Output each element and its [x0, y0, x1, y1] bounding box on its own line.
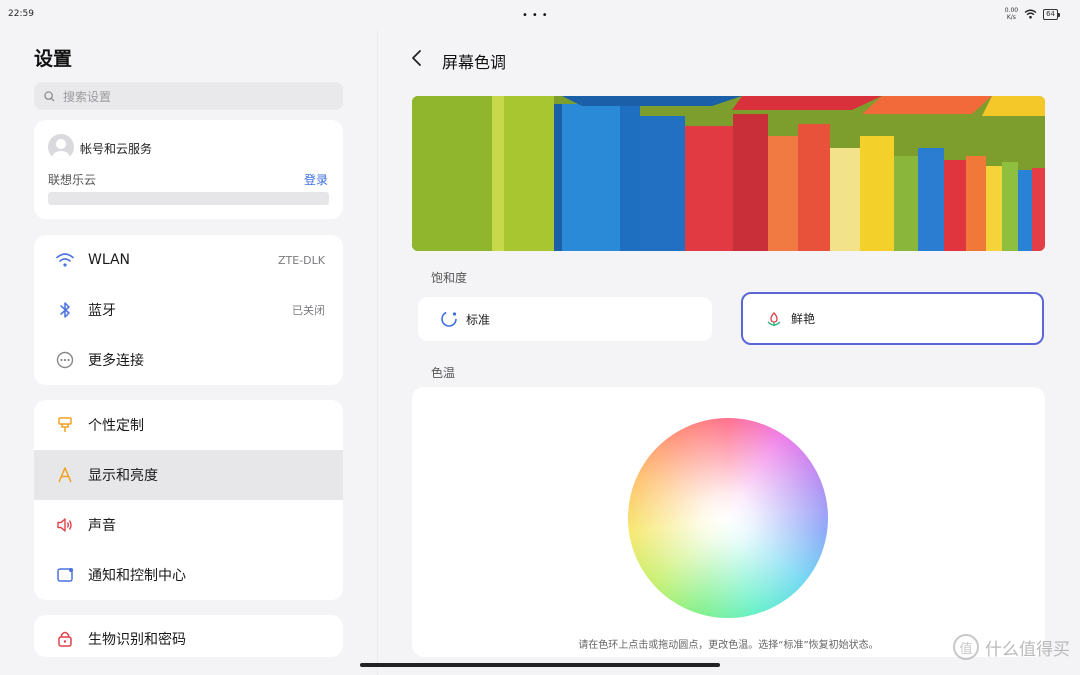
- account-subtitle: 联想乐云: [48, 173, 97, 187]
- avatar-icon: [52, 139, 70, 160]
- sidebar-item-label: 显示和亮度: [88, 468, 158, 484]
- lock-icon: [55, 629, 75, 649]
- sidebar-item-value: 已关闭: [292, 304, 325, 317]
- sidebar-item-label: 个性定制: [88, 418, 144, 434]
- status-indicators: 0.00 K/s 64: [1005, 7, 1060, 21]
- page-title: 屏幕色调: [442, 53, 507, 72]
- watermark-logo-icon: 值: [953, 634, 979, 660]
- account-title[interactable]: 帐号和云服务: [80, 140, 152, 157]
- security-group: 生物识别和密码: [34, 615, 343, 657]
- color-temperature-label: 色温: [431, 366, 456, 380]
- personalize-icon: [55, 415, 75, 435]
- sidebar-item-biometrics[interactable]: 生物识别和密码: [34, 615, 343, 657]
- net-speed-value: 0.00: [1004, 7, 1019, 14]
- vivid-icon: [765, 310, 783, 328]
- color-wheel[interactable]: [628, 418, 828, 618]
- sidebar-item-label: 通知和控制中心: [88, 568, 186, 584]
- more-connections-icon: [55, 350, 75, 370]
- sidebar-item-label: 蓝牙: [88, 303, 116, 319]
- saturation-option-label: 标准: [466, 312, 491, 327]
- speaker-icon: [55, 515, 75, 535]
- display-icon: [55, 465, 75, 485]
- net-speed-unit: K/s: [1006, 14, 1016, 21]
- net-speed: 0.00 K/s: [1005, 7, 1018, 21]
- sidebar-item-label: WLAN: [88, 252, 131, 268]
- sidebar-item-wlan[interactable]: WLAN ZTE-DLK: [34, 235, 343, 285]
- battery-icon: 64: [1043, 8, 1060, 20]
- back-arrow-icon[interactable]: [410, 48, 424, 68]
- search-placeholder: 搜索设置: [63, 89, 112, 104]
- sidebar-item-label: 更多连接: [88, 353, 144, 369]
- avatar: [48, 134, 74, 160]
- wifi-icon: [55, 250, 75, 270]
- connections-group: WLAN ZTE-DLK 蓝牙 已关闭 更多连接: [34, 235, 343, 385]
- saturation-vivid-option[interactable]: 鲜艳: [741, 292, 1044, 345]
- sidebar-item-sound[interactable]: 声音: [34, 500, 343, 550]
- sidebar-item-more-connections[interactable]: 更多连接: [34, 335, 343, 385]
- search-field[interactable]: 搜索设置: [34, 82, 343, 110]
- sidebar-item-label: 生物识别和密码: [88, 632, 186, 648]
- sidebar-item-display[interactable]: 显示和亮度: [34, 450, 343, 500]
- bluetooth-icon: [55, 300, 75, 320]
- color-temperature-hint: 请在色环上点击或拖动圆点，更改色温。选择“标准”恢复初始状态。: [578, 640, 879, 651]
- status-time: 22:59: [8, 9, 34, 19]
- home-indicator[interactable]: [360, 663, 720, 667]
- pane-divider: [377, 30, 378, 675]
- watermark: 值 什么值得买: [953, 634, 1070, 660]
- sidebar-item-value: ZTE-DLK: [278, 253, 325, 267]
- sidebar-item-bluetooth[interactable]: 蓝牙 已关闭: [34, 285, 343, 335]
- sidebar-item-personalize[interactable]: 个性定制: [34, 400, 343, 450]
- standard-icon: [440, 310, 458, 328]
- preview-image: [412, 96, 1045, 251]
- saturation-label: 饱和度: [431, 271, 468, 285]
- login-link[interactable]: 登录: [304, 171, 328, 188]
- sidebar-item-label: 声音: [88, 518, 116, 534]
- notification-icon: [55, 565, 75, 585]
- watermark-text: 什么值得买: [985, 639, 1070, 660]
- account-placeholder-bar: [48, 192, 329, 205]
- saturation-standard-option[interactable]: 标准: [418, 297, 712, 341]
- more-dots-icon[interactable]: •••: [522, 10, 552, 21]
- personal-group: 个性定制 显示和亮度 声音 通知和控制中心: [34, 400, 343, 600]
- search-icon: [44, 90, 55, 102]
- wifi-status-icon: [1024, 9, 1037, 19]
- sidebar-item-notifications[interactable]: 通知和控制中心: [34, 550, 343, 600]
- saturation-option-label: 鲜艳: [791, 312, 816, 326]
- settings-title: 设置: [34, 48, 73, 70]
